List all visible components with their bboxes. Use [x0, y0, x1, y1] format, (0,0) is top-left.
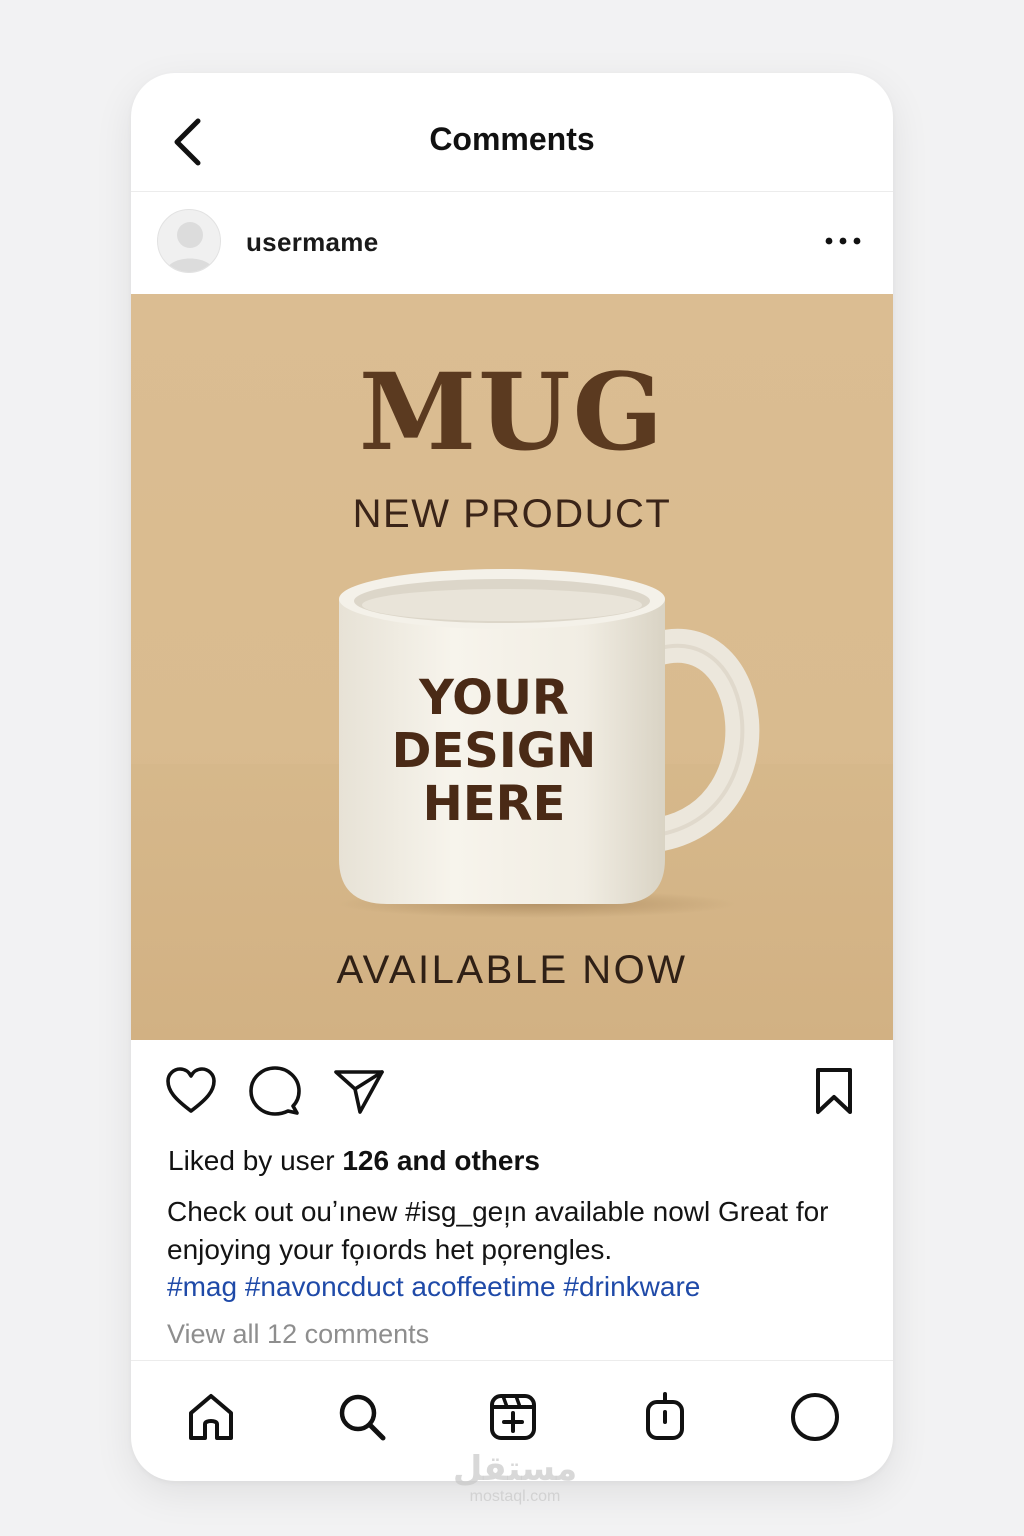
add-post-icon: [490, 1394, 536, 1440]
nav-home[interactable]: [183, 1389, 239, 1445]
share-button[interactable]: [331, 1063, 387, 1119]
post-image[interactable]: MUG NEW PRODUCT YOUR DESIGN HERE AVAILAB…: [131, 294, 893, 1040]
nav-search[interactable]: [334, 1389, 390, 1445]
send-icon: [334, 1070, 384, 1114]
comment-icon: [249, 1066, 301, 1116]
post-headline: MUG: [358, 349, 666, 474]
nav-reels[interactable]: [637, 1389, 693, 1445]
username[interactable]: usermame: [246, 227, 378, 258]
page-title: Comments: [429, 121, 595, 157]
like-button[interactable]: [163, 1063, 219, 1119]
watermark-url: mostaql.com: [469, 1488, 561, 1505]
save-button[interactable]: [806, 1063, 862, 1119]
avatar[interactable]: [157, 209, 221, 273]
header-bar: Comments: [131, 73, 893, 192]
likes-text[interactable]: Liked by user 126 and others: [168, 1145, 540, 1177]
watermark-logo-text: مستقل: [452, 1449, 578, 1489]
nav-create[interactable]: [485, 1389, 541, 1445]
post-author-row: usermame: [131, 193, 893, 294]
home-icon: [189, 1394, 233, 1440]
heart-icon: [166, 1067, 216, 1113]
user-placeholder-icon: [166, 222, 214, 272]
more-options-button[interactable]: [825, 229, 865, 253]
search-icon: [339, 1394, 386, 1441]
watermark: مستقل mostaql.com: [450, 1450, 580, 1506]
post-subheadline: NEW PRODUCT: [352, 492, 672, 536]
post-actions: [131, 1063, 893, 1123]
view-all-comments-link[interactable]: View all 12 comments: [167, 1319, 429, 1350]
likes-prefix: Liked by user: [168, 1145, 343, 1176]
post-hashtags[interactable]: #mag #navoncduct acoffeetime #drinkware: [167, 1271, 700, 1303]
bookmark-icon: [816, 1068, 852, 1114]
post-caption: Check out ouʼınew #isg_geı̦n available n…: [167, 1196, 829, 1265]
reels-icon: [646, 1392, 684, 1440]
more-horizontal-icon: [825, 237, 861, 245]
profile-icon: [791, 1393, 839, 1441]
phone-frame: Comments usermame MUG NEW PRODUCT YOUR D…: [131, 73, 893, 1481]
mug-print-text: YOUR DESIGN HERE: [391, 670, 597, 832]
comment-button[interactable]: [247, 1063, 303, 1119]
likes-count: 126 and others: [342, 1145, 540, 1176]
nav-profile[interactable]: [787, 1389, 843, 1445]
post-footer-text: AVAILABLE NOW: [336, 948, 688, 992]
